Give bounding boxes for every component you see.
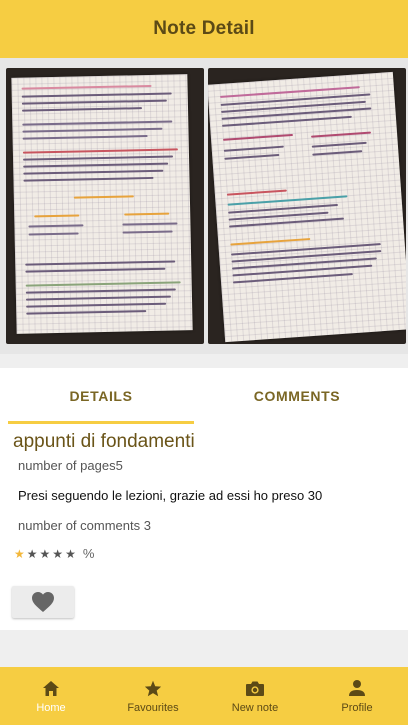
heart-icon — [32, 592, 54, 612]
comments-count: number of comments 3 — [18, 518, 151, 533]
note-details-card: DETAILS COMMENTS appunti di fondamenti n… — [0, 368, 408, 630]
notebook-page-1 — [11, 74, 193, 334]
pages-count: number of pages5 — [18, 458, 123, 473]
app-bar: Note Detail — [0, 0, 408, 58]
note-description: Presi seguendo le lezioni, grazie ad ess… — [18, 488, 323, 503]
rating-percent: % — [82, 546, 95, 561]
nav-profile[interactable]: Profile — [306, 667, 408, 725]
star-icon[interactable]: ★ — [14, 547, 25, 561]
page-title: Note Detail — [153, 18, 255, 39]
nav-new-note-label: New note — [231, 702, 279, 714]
note-image-gallery[interactable] — [0, 58, 408, 354]
note-title: appunti di fondamenti — [13, 431, 195, 452]
notebook-page-2 — [208, 71, 406, 343]
star-rating[interactable]: ★ ★ ★ ★ ★ % — [14, 546, 94, 561]
star-icon[interactable]: ★ — [27, 547, 38, 561]
nav-favourites[interactable]: Favourites — [102, 667, 204, 725]
nav-profile-label: Profile — [341, 702, 373, 714]
star-icon — [143, 678, 163, 698]
star-icon[interactable]: ★ — [40, 547, 51, 561]
tab-bar: DETAILS COMMENTS — [0, 368, 408, 424]
star-icon[interactable]: ★ — [65, 547, 76, 561]
camera-icon — [245, 678, 265, 698]
note-photo-2[interactable] — [208, 68, 406, 344]
nav-new-note[interactable]: New note — [204, 667, 306, 725]
star-icon[interactable]: ★ — [52, 547, 63, 561]
home-icon — [41, 678, 61, 698]
note-photo-1[interactable] — [6, 68, 204, 344]
tab-comments[interactable]: COMMENTS — [204, 368, 390, 424]
active-tab-indicator — [8, 421, 194, 424]
nav-favourites-label: Favourites — [127, 702, 179, 714]
nav-home[interactable]: Home — [0, 667, 102, 725]
bottom-navigation: Home Favourites New note Profile — [0, 667, 408, 725]
tab-details[interactable]: DETAILS — [8, 368, 194, 424]
like-button[interactable] — [12, 586, 74, 618]
person-icon — [347, 678, 367, 698]
nav-home-label: Home — [36, 702, 66, 714]
